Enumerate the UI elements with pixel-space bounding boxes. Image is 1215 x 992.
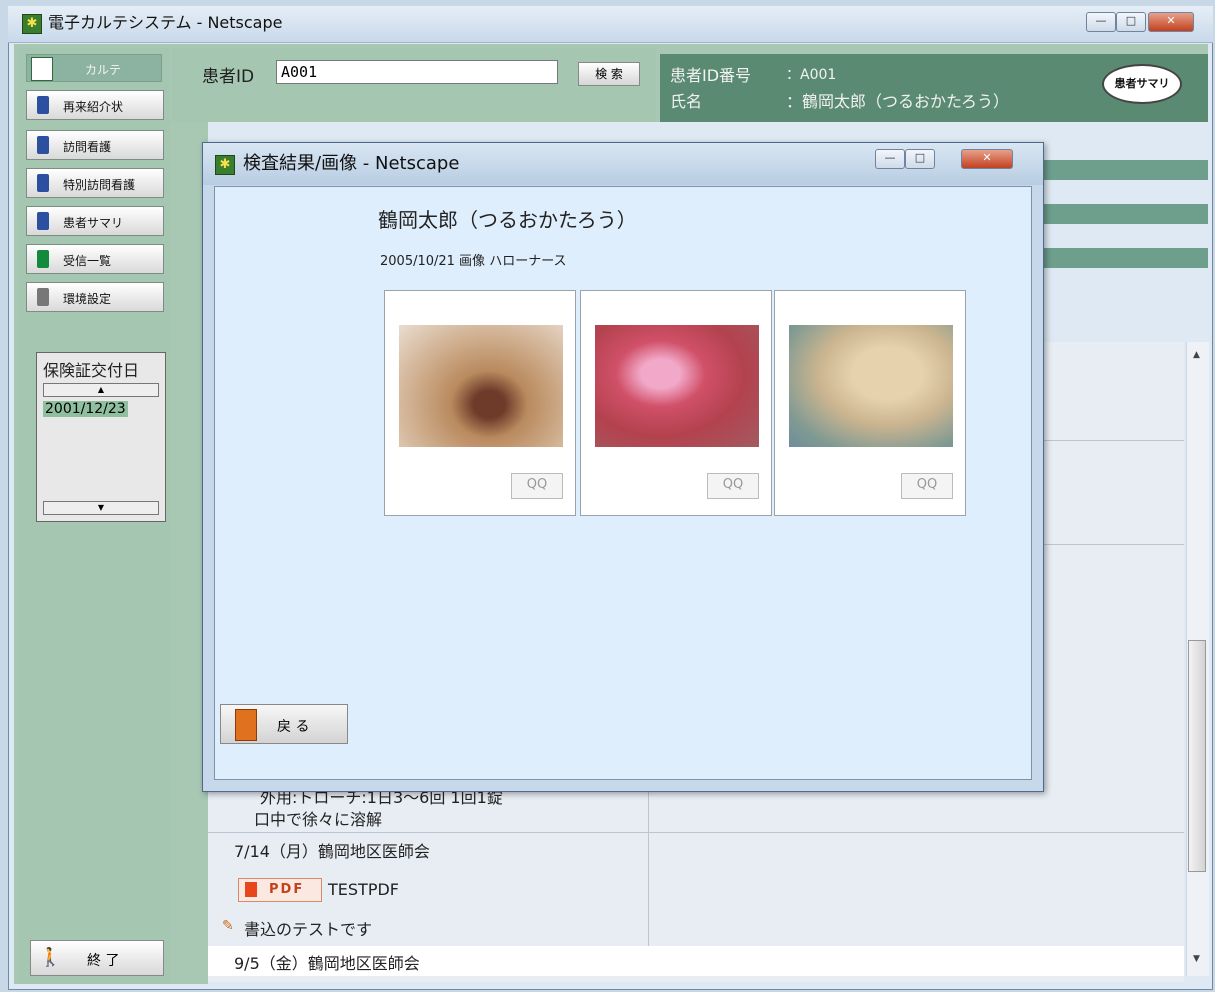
scroll-thumb[interactable] [1188,640,1206,872]
row-divider [208,832,1184,833]
patient-name-label: 氏名 [670,92,703,111]
patient-id-input[interactable]: A001 [276,60,558,84]
insurance-title: 保険証交付日 [43,361,140,380]
dialog-patient-name: 鶴岡太郎（つるおかたろう） [378,208,637,232]
image-thumbnail[interactable]: QQ [384,290,576,516]
sidebar-item-visit-nursing[interactable]: 訪問看護 [26,130,164,160]
karte-tab[interactable]: カルテ [26,54,162,82]
sidebar-item-inbox[interactable]: 受信一覧 [26,244,164,274]
sidebar-item-special-visit-nursing[interactable]: 特別訪問看護 [26,168,164,198]
patient-name-value: ：鶴岡太郎（つるおかたろう） [786,92,1010,111]
insurance-date-box: 保険証交付日 ▲ 2001/12/23 ▼ [36,352,166,522]
pdf-icon [245,882,257,897]
scroll-up-button[interactable]: ▲ [43,383,159,397]
image-thumbnail[interactable]: QQ [774,290,966,516]
doc-icon [37,250,49,268]
wound-photo[interactable] [595,325,759,447]
close-button[interactable]: ✕ [1148,12,1194,32]
sidebar-item-label: 受信一覧 [63,254,112,268]
image-thumbnail[interactable]: QQ [580,290,772,516]
zoom-icon[interactable]: QQ [707,473,759,499]
doc-icon [37,212,49,230]
karte-tab-label: カルテ [85,63,122,77]
dialog-maximize-button[interactable]: □ [905,149,935,169]
pdf-file-name[interactable]: TESTPDF [328,880,399,899]
doc-icon [37,288,49,306]
app-icon: ✱ [215,155,235,175]
end-button-label: 終 了 [87,953,120,969]
scroll-down-arrow[interactable]: ▼ [1193,954,1200,964]
dialog-minimize-button[interactable]: — [875,149,905,169]
list-item[interactable]: 9/5（金）鶴岡地区医師会 [234,950,420,974]
scroll-up-arrow[interactable]: ▲ [1193,350,1200,360]
wound-photo[interactable] [399,325,563,447]
main-window-title: 電子カルテシステム - Netscape [48,13,283,32]
dialog-title: 検査結果/画像 - Netscape [243,153,460,174]
sidebar-item-settings[interactable]: 環境設定 [26,282,164,312]
dialog-close-button[interactable]: ✕ [961,149,1013,169]
sidebar-item-label: 患者サマリ [63,216,124,230]
minimize-button[interactable]: — [1086,12,1116,32]
patient-id-number-value: ：A001 [786,67,837,83]
patient-summary-button[interactable]: 患者サマリ [1102,64,1182,104]
scroll-down-button[interactable]: ▼ [43,501,159,515]
sidebar-item-patient-summary[interactable]: 患者サマリ [26,206,164,236]
doc-icon [37,174,49,192]
door-icon [235,709,257,741]
pencil-icon: ✎ [222,918,234,934]
sidebar-item-label: 環境設定 [63,292,112,306]
list-item: 書込のテストです [244,920,373,939]
list-item[interactable]: 7/14（月）鶴岡地区医師会 [234,838,430,862]
sidebar-item-referral[interactable]: 再来紹介状 [26,90,164,120]
zoom-icon[interactable]: QQ [901,473,953,499]
list-item: 口中で徐々に溶解 [254,810,383,829]
exit-icon: 🚶 [39,947,62,968]
pdf-badge-label: PDF [269,882,305,897]
patient-id-label: 患者ID [202,67,255,87]
wound-photo[interactable] [789,325,953,447]
insurance-date-value[interactable]: 2001/12/23 [43,401,128,417]
dialog-title-bar[interactable]: ✱ 検査結果/画像 - Netscape — □ ✕ [203,143,1043,185]
back-button[interactable]: 戻 る [220,704,348,744]
doc-icon [37,96,49,114]
doc-icon [37,136,49,154]
sidebar-item-label: 再来紹介状 [63,100,124,114]
pdf-badge[interactable]: PDF [238,878,322,902]
book-icon [31,57,53,81]
back-button-label: 戻 る [277,719,310,735]
dialog-subtitle: 2005/10/21 画像 ハローナース [380,254,567,269]
maximize-button[interactable]: □ [1116,12,1146,32]
sidebar-item-label: 特別訪問看護 [63,178,136,192]
app-icon: ✱ [22,14,42,34]
main-title-bar[interactable]: ✱ 電子カルテシステム - Netscape — □ ✕ [8,6,1213,43]
sidebar-item-label: 訪問看護 [63,140,112,154]
patient-id-number-label: 患者ID番号 [670,66,752,85]
zoom-icon[interactable]: QQ [511,473,563,499]
end-button[interactable]: 🚶 終 了 [30,940,164,976]
search-button[interactable]: 検 索 [578,62,640,86]
